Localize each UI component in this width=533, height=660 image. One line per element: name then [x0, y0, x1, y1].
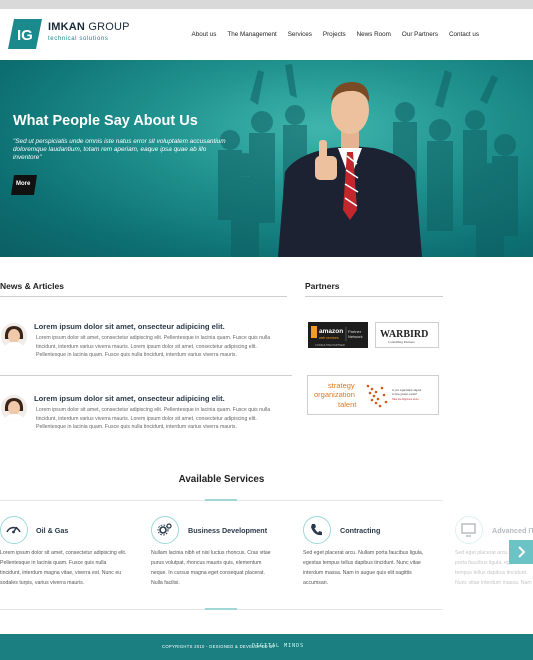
logo-mark-icon: IG [8, 19, 42, 49]
article-title[interactable]: Lorem ipsum dolor sit amet, onsecteur ad… [34, 322, 225, 331]
nav-contact-us[interactable]: Contact us [443, 31, 484, 38]
hero-title: What People Say About Us [13, 113, 198, 129]
svg-text:organization: organization [314, 390, 355, 399]
more-button[interactable]: More [11, 175, 37, 195]
nav-projects[interactable]: Projects [317, 31, 351, 38]
services-bottom-accent [205, 608, 237, 610]
partner-logo-warbird[interactable]: WARBIRD Consulting Partners [375, 322, 439, 348]
svg-text:Consulting Partners: Consulting Partners [388, 340, 416, 344]
service-title: Business Development [188, 526, 268, 535]
service-body: Sed eget placerat arcu. Nullam porta fau… [303, 550, 424, 586]
chevron-right-icon [518, 546, 526, 558]
partners-divider [305, 296, 443, 297]
brand-tagline: technical solutions [48, 36, 109, 42]
nav-our-partners[interactable]: Our Partners [396, 31, 443, 38]
svg-text:CONSULTING PARTNER: CONSULTING PARTNER [315, 343, 345, 347]
gears-icon [151, 516, 179, 544]
site-footer: COPYRIGHTS 2010 - DESIGNED & DEVELOPED B… [0, 634, 533, 660]
footer-developer-link[interactable]: DIGITAL MINDS [252, 643, 304, 649]
partner-logo-amazon[interactable]: amazon web services Partner Network CONS… [308, 322, 368, 348]
author-avatar [1, 395, 27, 421]
nav-news-room[interactable]: News Room [351, 31, 396, 38]
warbird-logo-icon: WARBIRD Consulting Partners [380, 329, 428, 344]
svg-text:to drive greater results?: to drive greater results? [392, 393, 418, 396]
service-title: Contracting [340, 526, 381, 535]
main-nav: About us The Management Services Project… [186, 31, 485, 38]
service-body: Nullam lacinia nibh et nisi luctus rhonc… [151, 550, 271, 586]
nav-the-management[interactable]: The Management [222, 31, 282, 38]
monitor-icon [455, 516, 483, 544]
oil-gas-icon [0, 516, 28, 544]
news-divider [0, 296, 287, 297]
service-title: Advanced IT [492, 526, 533, 535]
article-divider [0, 375, 292, 376]
svg-text:Is your organization aligned: Is your organization aligned [392, 389, 422, 392]
browser-top-strip [0, 0, 533, 9]
svg-text:Take the Alignment score.: Take the Alignment score. [392, 398, 420, 401]
nav-services[interactable]: Services [282, 31, 317, 38]
article-body: Lorem ipsum dolor sit amet, consectetur … [36, 335, 271, 359]
amazon-logo-icon: amazon web services Partner Network CONS… [311, 326, 363, 347]
partner-logo-sot[interactable]: strategy organization talent Is your org… [307, 375, 439, 415]
author-avatar [1, 323, 27, 349]
more-button-label: More [16, 181, 31, 187]
brand-name: IMKAN GROUP [48, 21, 130, 33]
svg-text:web services: web services [319, 336, 339, 340]
hero-quote: "Sed ut perspiciatis unde omnis iste nat… [13, 138, 226, 162]
news-article[interactable]: Lorem ipsum dolor sit amet, onsecteur ad… [0, 320, 287, 380]
services-heading: Available Services [178, 474, 265, 485]
site-header: IG IMKAN GROUP technical solutions About… [0, 9, 533, 60]
services-accent-line [205, 499, 237, 501]
svg-text:talent: talent [338, 400, 357, 409]
svg-text:IG: IG [17, 27, 33, 44]
news-heading: News & Articles [0, 281, 64, 291]
phone-icon [303, 516, 331, 544]
partners-heading: Partners [305, 281, 340, 291]
svg-text:amazon: amazon [319, 328, 343, 335]
nav-about-us[interactable]: About us [186, 31, 222, 38]
carousel-next-button[interactable] [509, 540, 533, 564]
article-title[interactable]: Lorem ipsum dolor sit amet, onsecteur ad… [34, 394, 225, 403]
svg-text:WARBIRD: WARBIRD [380, 329, 428, 340]
sot-logo-icon: strategy organization talent Is your org… [314, 381, 422, 409]
news-article[interactable]: Lorem ipsum dolor sit amet, onsecteur ad… [0, 392, 287, 452]
service-title: Oil & Gas [36, 526, 69, 535]
svg-text:Network: Network [348, 334, 363, 339]
avatar-portrait [1, 323, 27, 349]
hero-banner: What People Say About Us "Sed ut perspic… [0, 60, 533, 257]
service-body: Lorem ipsum dolor sit amet, consectetur … [0, 550, 127, 586]
hero-businessman-image [218, 64, 518, 257]
article-body: Lorem ipsum dolor sit amet, consectetur … [36, 407, 271, 431]
site-logo[interactable]: IG IMKAN GROUP technical solutions [8, 19, 129, 49]
svg-text:strategy: strategy [328, 381, 355, 390]
avatar-portrait [1, 395, 27, 421]
